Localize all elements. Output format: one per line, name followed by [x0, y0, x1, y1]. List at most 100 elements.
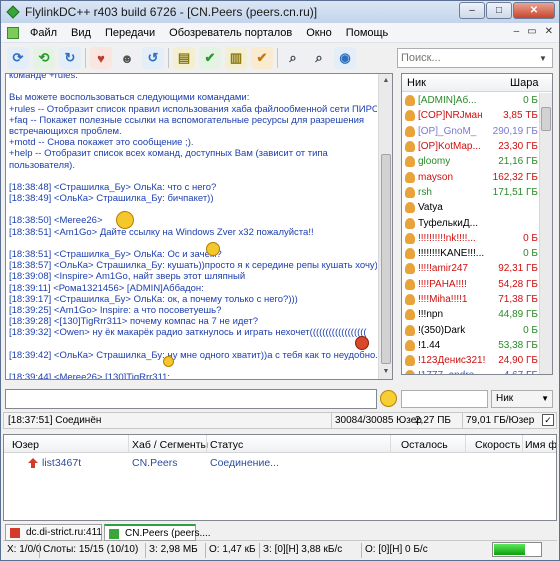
menu-help[interactable]: Помощь [339, 27, 396, 39]
follow-redirect-icon[interactable]: ↻ [59, 47, 81, 69]
chat-line: пользователя). [9, 159, 75, 171]
favorite-users-icon[interactable]: ☻ [116, 47, 138, 69]
user-nick: gloomy [418, 156, 451, 168]
user-row[interactable]: !1777_andre... 4,67 ГБ [402, 368, 539, 374]
angry-emoji-icon [116, 211, 134, 229]
menu-transfers[interactable]: Передачи [98, 27, 162, 39]
user-row[interactable]: !(350)Dark 0 Б [402, 322, 539, 337]
finished-downloads-icon[interactable]: ✔ [199, 47, 221, 69]
status-uploaded: О: 1,47 кБ [209, 544, 256, 555]
hub-share: 2,27 ПБ [415, 415, 451, 426]
user-row[interactable]: !!!!!!!!!!nk!!!!... 0 Б [402, 231, 539, 246]
chat-window[interactable]: команде +rules. Вы можете воспользоваться… [5, 73, 393, 380]
user-share: 0 Б [523, 248, 538, 260]
mdi-minimize-button[interactable]: – [514, 26, 520, 37]
favorite-hubs-icon[interactable]: ♥ [90, 47, 112, 69]
user-nick: !!!!Miha!!!!1 [418, 294, 468, 305]
user-share: 92,31 ГБ [498, 263, 538, 275]
user-icon [405, 309, 415, 321]
chat-message-input[interactable] [5, 389, 377, 409]
user-row[interactable]: rsh 171,51 ГБ [402, 185, 539, 200]
user-row[interactable]: !!!!PAHA!!!! 54,28 ГБ [402, 277, 539, 292]
emoticons-button[interactable] [380, 390, 397, 407]
user-row[interactable]: !!!!Miha!!!!1 71,38 ГБ [402, 292, 539, 307]
user-count: 30084/30085 Юзер [335, 415, 422, 426]
user-list[interactable]: Ник Шара [ADMIN]Аб... 0 Б [COP]NRJман 3,85 … [401, 73, 553, 375]
column-hub-segments[interactable]: Хаб / Сегменты [132, 439, 208, 451]
user-row[interactable]: mayson 162,32 ГБ [402, 169, 539, 184]
user-icon [405, 278, 415, 290]
user-row[interactable]: ТуфелькиД... [402, 215, 539, 230]
user-row[interactable]: [OP]_GnoM_ 290,19 ГБ [402, 124, 539, 139]
chat-scroll-thumb[interactable] [381, 154, 391, 364]
user-list-scroll-thumb[interactable] [541, 107, 551, 131]
recent-hubs-icon[interactable]: ↺ [142, 47, 164, 69]
user-row[interactable]: [COP]NRJман 3,85 ТБ [402, 108, 539, 123]
scroll-up-arrow-icon[interactable]: ▲ [379, 74, 392, 88]
column-status[interactable]: Статус [210, 439, 243, 451]
menu-file[interactable]: Файл [23, 27, 64, 39]
maximize-button[interactable]: □ [486, 2, 512, 19]
public-hubs-icon[interactable]: ⟳ [7, 47, 29, 69]
speed-limit-fill [494, 544, 525, 555]
user-share: 4,67 ГБ [504, 370, 538, 374]
adl-search-icon[interactable]: ⌕ [308, 47, 330, 69]
user-nick: !!!!PAHA!!!! [418, 278, 467, 290]
chat-line: [18:38:57] <ОльКа> Страшилка_Бу: кушать)… [9, 260, 377, 272]
menu-window[interactable]: Окно [299, 27, 339, 39]
user-filter-input[interactable] [401, 390, 488, 408]
chevron-down-icon[interactable]: ▼ [536, 54, 550, 63]
chat-line: [18:38:51] <Страшилка_Бу> ОльКа: Ос и за… [9, 249, 222, 260]
user-row[interactable]: !123Денис321! 24,90 ГБ [402, 353, 539, 368]
close-button[interactable]: ✕ [513, 2, 555, 19]
minimize-button[interactable]: – [459, 2, 485, 19]
transfer-row[interactable]: list3467t CN.Peers Соединение... [4, 456, 556, 470]
quick-search-input[interactable] [398, 52, 536, 64]
user-nick: mayson [418, 171, 454, 183]
mdi-document-icon[interactable] [7, 26, 19, 39]
mdi-close-button[interactable]: ✕ [545, 26, 553, 37]
user-row[interactable]: gloomy 21,16 ГБ [402, 154, 539, 169]
user-filter-column-select[interactable]: Ник ▼ [491, 390, 553, 408]
user-row[interactable]: !!!!!amir247 92,31 ГБ [402, 261, 539, 276]
user-row[interactable]: !1.44 53,38 ГБ [402, 338, 539, 353]
user-row[interactable]: !!!!!!!!KANE!!!... 0 Б [402, 246, 539, 261]
user-nick: [OP]KotMap... [418, 141, 481, 153]
menu-view[interactable]: Вид [64, 27, 98, 39]
finished-uploads-icon[interactable]: ✔ [251, 47, 273, 69]
download-queue-icon[interactable]: ▤ [173, 47, 195, 69]
title-bar[interactable]: FlylinkDC++ r403 build 6726 - [CN.Peers … [1, 1, 559, 23]
user-row[interactable]: !!!npn 44,89 ГБ [402, 307, 539, 322]
tab-cn-peers[interactable]: CN.Peers (peers.... [104, 524, 211, 541]
user-row[interactable]: Vatya [402, 200, 539, 215]
chat-line: +faq -- Покажет полезные ссылки на вспом… [9, 114, 365, 126]
column-nick[interactable]: Ник [407, 77, 426, 89]
chat-line [9, 204, 377, 215]
column-filename[interactable]: Имя фа [525, 439, 556, 451]
speed-limit-bar[interactable] [492, 542, 542, 557]
reconnect-icon[interactable]: ⟲ [33, 47, 55, 69]
chat-message-field[interactable] [6, 390, 376, 408]
menu-portal-browser[interactable]: Обозреватель порталов [162, 27, 299, 39]
column-speed[interactable]: Скорость [475, 439, 520, 451]
search-icon[interactable]: ⌕ [282, 47, 304, 69]
user-row[interactable]: [ADMIN]Аб... 0 Б [402, 93, 539, 108]
column-share[interactable]: Шара [510, 77, 538, 89]
column-remaining[interactable]: Осталось [401, 439, 448, 451]
chat-line [9, 339, 377, 350]
scroll-down-arrow-icon[interactable]: ▼ [379, 365, 392, 379]
search-spy-icon[interactable]: ◉ [334, 47, 356, 69]
quick-search-box[interactable]: ▼ [397, 48, 553, 68]
transfer-hub: CN.Peers [132, 457, 178, 469]
chat-line: [18:38:51] <Am1Go> Дайте ссылку на Windo… [9, 226, 314, 238]
upload-queue-icon[interactable]: ▥ [225, 47, 247, 69]
chat-scrollbar[interactable]: ▲ ▼ [378, 74, 392, 379]
transfers-panel[interactable]: Юзер Хаб / Сегменты Статус Осталось Скор… [3, 434, 557, 521]
user-row[interactable]: [OP]KotMap... 23,30 ГБ [402, 139, 539, 154]
status-bar: X: 1/0/0 Слоты: 15/15 (10/10) З: 2,98 МБ… [3, 542, 557, 559]
tab-dc-di-strict[interactable]: dc.di-strict.ru:411 [5, 524, 102, 541]
mdi-restore-button[interactable]: ▭ [527, 26, 536, 37]
show-users-checkbox[interactable]: ✓ [542, 414, 554, 426]
user-list-scrollbar[interactable] [539, 93, 552, 374]
column-user[interactable]: Юзер [12, 439, 39, 451]
